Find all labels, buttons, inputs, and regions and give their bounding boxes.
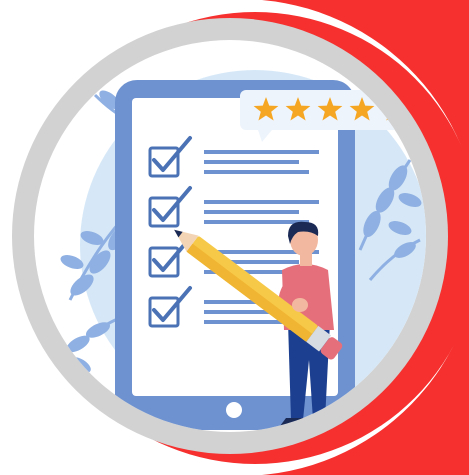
review-checklist-illustration	[12, 0, 469, 475]
home-button-icon	[226, 402, 242, 418]
